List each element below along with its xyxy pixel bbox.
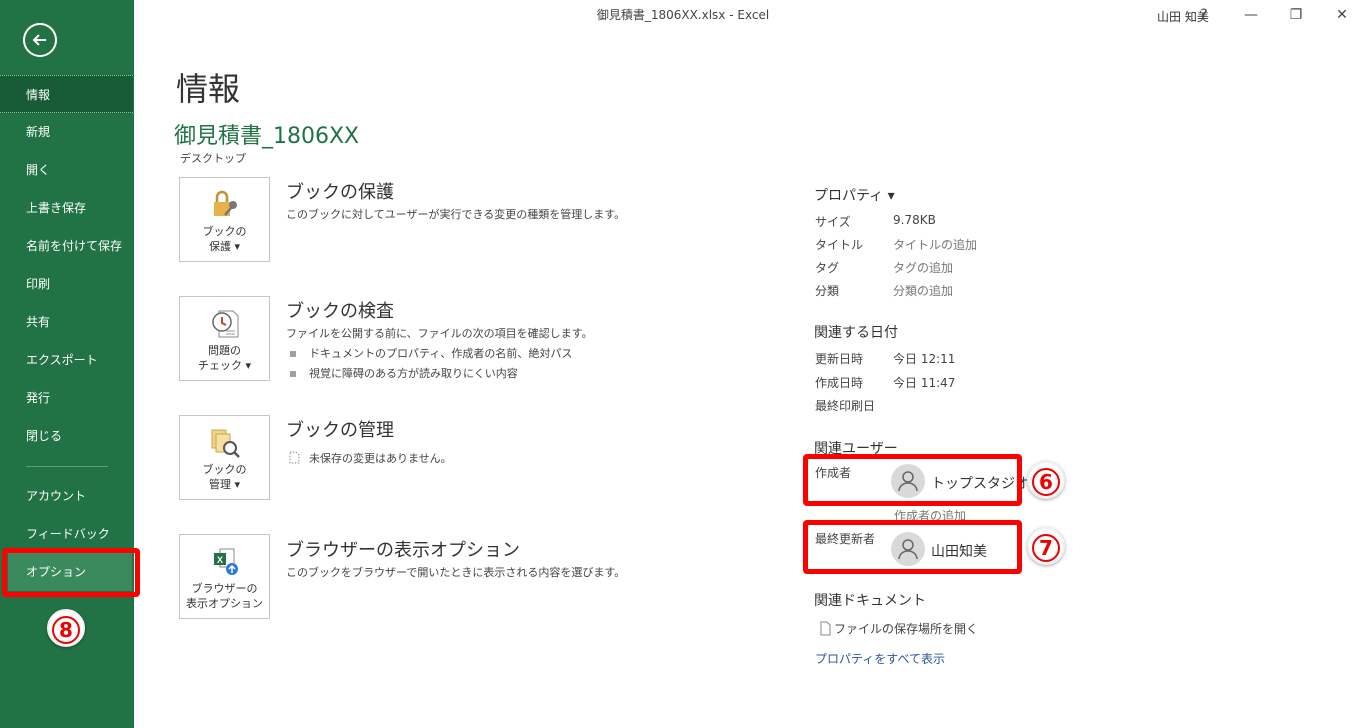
- step-marker-8: 8: [47, 609, 85, 647]
- highlight-options: [2, 548, 140, 597]
- close-button[interactable]: ✕: [1331, 4, 1353, 26]
- nav-print[interactable]: 印刷: [0, 265, 134, 303]
- date-key: 更新日時: [815, 352, 864, 366]
- svg-text:X: X: [217, 555, 223, 565]
- document-name: 御見積書_1806XX: [174, 124, 360, 149]
- manage-section-desc: 未保存の変更はありません。: [289, 450, 452, 466]
- back-button[interactable]: [23, 23, 57, 57]
- manage-versions-icon: [211, 429, 240, 458]
- prop-key: タイトル: [815, 238, 864, 252]
- nav-divider: [26, 466, 108, 467]
- date-value: 今日 12:11: [893, 352, 956, 366]
- tile-label-1: ブックの: [202, 225, 247, 238]
- related-docs-heading: 関連ドキュメント: [814, 593, 926, 609]
- step-marker-7: 7: [1027, 527, 1065, 565]
- browser-view-options-button[interactable]: X ブラウザーの 表示オプション: [179, 534, 270, 619]
- prop-key: 分類: [815, 284, 840, 298]
- date-key: 最終印刷日: [815, 399, 876, 413]
- nav-share[interactable]: 共有: [0, 303, 134, 341]
- nav-export[interactable]: エクスポート: [0, 341, 134, 379]
- nav-account[interactable]: アカウント: [0, 477, 134, 515]
- open-file-location-link[interactable]: ファイルの保存場所を開く: [820, 620, 978, 637]
- nav-info[interactable]: 情報: [0, 75, 133, 113]
- step-marker-6: 6: [1027, 461, 1065, 499]
- nav-new[interactable]: 新規: [0, 113, 134, 151]
- highlight-last-modified: [803, 520, 1022, 574]
- manage-workbook-button[interactable]: ブックの管理 ▾: [179, 415, 270, 500]
- protect-section-title: ブックの保護: [286, 182, 394, 203]
- prop-key: タグ: [815, 261, 840, 275]
- prop-key: サイズ: [815, 215, 851, 229]
- tile-label-1: ブックの: [202, 463, 247, 476]
- inspect-section-desc: ファイルを公開する前に、ファイルの次の項目を確認します。: [286, 327, 593, 340]
- page-title: 情報: [176, 70, 241, 108]
- inspect-document-icon: [212, 310, 239, 338]
- nav-close[interactable]: 閉じる: [0, 417, 134, 455]
- restore-button[interactable]: ❐: [1285, 4, 1307, 26]
- document-icon: [820, 621, 831, 636]
- prop-value-input[interactable]: タイトルの追加: [893, 236, 977, 253]
- browser-section-desc: このブックをブラウザーで開いたときに表示される内容を選びます。: [286, 566, 626, 579]
- date-key: 作成日時: [815, 376, 864, 390]
- inspect-bullet: 視覚に障碍のある方が読み取りにくい内容: [290, 365, 518, 381]
- prop-value: 9.78KB: [893, 213, 936, 227]
- nav-publish[interactable]: 発行: [0, 379, 134, 417]
- inspect-section-title: ブックの検査: [286, 301, 394, 322]
- prop-value-input[interactable]: タグの追加: [893, 259, 953, 276]
- browser-section-title: ブラウザーの表示オプション: [286, 540, 520, 561]
- tile-label-2: 表示オプション: [186, 597, 263, 610]
- nav-open[interactable]: 開く: [0, 151, 134, 189]
- document-dotted-icon: [289, 451, 300, 464]
- nav-save-as[interactable]: 名前を付けて保存: [0, 227, 134, 265]
- date-value: 今日 11:47: [893, 376, 956, 390]
- prop-value-input[interactable]: 分類の追加: [893, 282, 953, 299]
- highlight-author: [803, 454, 1022, 506]
- tile-label-2: チェック ▾: [197, 359, 252, 372]
- help-button[interactable]: ?: [1193, 4, 1215, 26]
- tile-label-1: 問題の: [208, 344, 241, 357]
- lock-key-icon: [214, 190, 237, 216]
- dates-heading: 関連する日付: [814, 325, 898, 341]
- show-all-properties-link[interactable]: プロパティをすべて表示: [815, 650, 945, 667]
- back-arrow-icon: [32, 34, 46, 46]
- minimize-button[interactable]: —: [1240, 4, 1262, 26]
- protect-section-desc: このブックに対してユーザーが実行できる変更の種類を管理します。: [286, 208, 626, 221]
- check-issues-button[interactable]: 問題のチェック ▾: [179, 296, 270, 381]
- excel-browser-icon: X: [214, 548, 238, 575]
- tile-label-2: 管理 ▾: [208, 478, 241, 491]
- inspect-bullet: ドキュメントのプロパティ、作成者の名前、絶対パス: [290, 345, 572, 361]
- nav-save[interactable]: 上書き保存: [0, 189, 134, 227]
- tile-label-2: 保護 ▾: [208, 240, 241, 253]
- properties-heading[interactable]: プロパティ ▾: [814, 185, 895, 205]
- protect-workbook-button[interactable]: ブックの保護 ▾: [179, 177, 270, 262]
- manage-section-title: ブックの管理: [286, 420, 394, 441]
- document-location: デスクトップ: [180, 152, 246, 165]
- tile-label-1: ブラウザーの: [191, 582, 258, 595]
